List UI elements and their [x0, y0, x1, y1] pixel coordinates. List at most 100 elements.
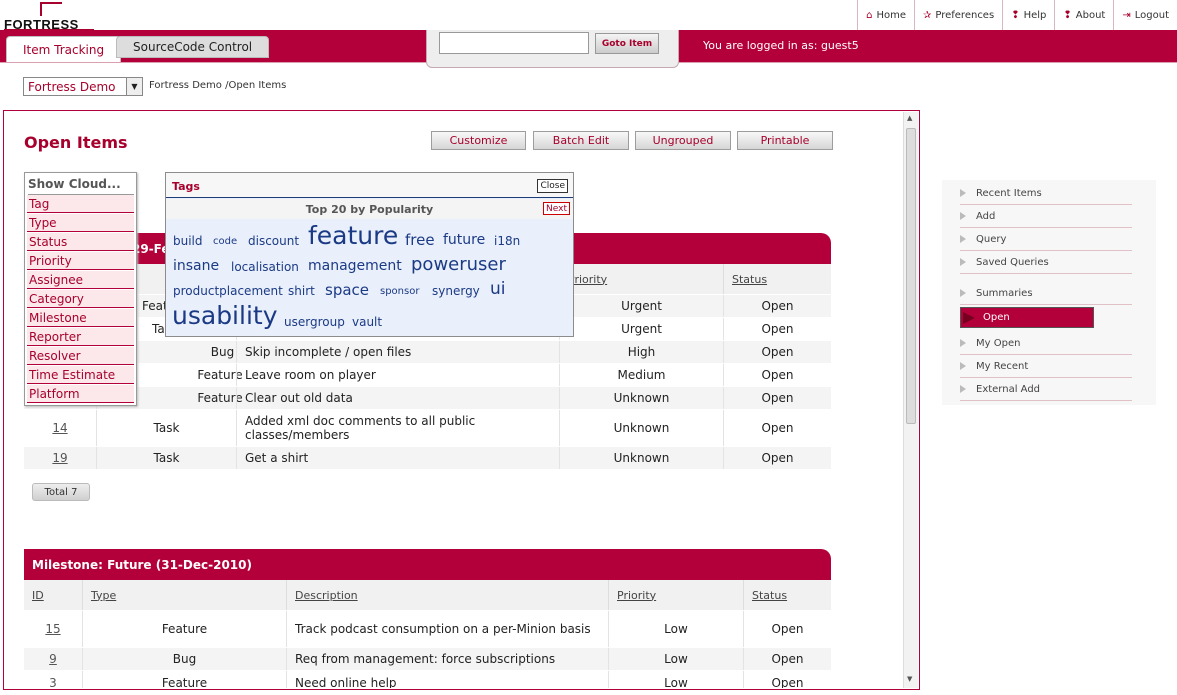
- tag-link[interactable]: discount: [248, 234, 299, 248]
- cloud-option-milestone[interactable]: Milestone: [27, 309, 134, 327]
- column-priority[interactable]: Priority: [608, 580, 743, 610]
- vertical-scrollbar[interactable]: ▲ ▼: [903, 112, 918, 688]
- tags-subtitle: Top 20 by Popularity: [166, 199, 573, 219]
- tag-link[interactable]: usability: [172, 301, 278, 330]
- tag-link[interactable]: shirt: [288, 284, 315, 298]
- ungrouped-button[interactable]: Ungrouped: [635, 131, 731, 150]
- goto-item-button[interactable]: Goto Item: [595, 33, 659, 54]
- item-id-link[interactable]: 15: [24, 611, 82, 647]
- table-row[interactable]: Feature Leave room on player Medium Open: [24, 364, 831, 387]
- star-icon: ✰: [922, 9, 932, 21]
- chevron-down-icon[interactable]: ▼: [126, 78, 142, 95]
- table-row[interactable]: Feature Clear out old data Unknown Open: [24, 387, 831, 410]
- cloud-option-assignee[interactable]: Assignee: [27, 271, 134, 289]
- column-status[interactable]: Status: [743, 580, 831, 610]
- arrow-right-icon: [960, 385, 966, 393]
- tag-link[interactable]: poweruser: [411, 254, 506, 275]
- close-button[interactable]: Close: [537, 179, 568, 193]
- logo-mark-icon: [40, 2, 62, 16]
- next-button[interactable]: Next: [543, 202, 570, 215]
- milestone-title: Milestone: Future (31-Dec-2010): [32, 557, 252, 572]
- table-row[interactable]: 19 Task Get a shirt Unknown Open: [24, 447, 831, 470]
- tag-link[interactable]: code: [213, 236, 237, 247]
- nav-external-add[interactable]: External Add: [960, 378, 1132, 401]
- tag-link[interactable]: i18n: [494, 234, 520, 248]
- tag-link[interactable]: future: [443, 232, 485, 248]
- tags-title: Tags: [172, 180, 200, 193]
- tag-link[interactable]: insane: [173, 258, 219, 274]
- table-row[interactable]: 3 Feature Need online help Low Open: [24, 671, 831, 689]
- cloud-option-platform[interactable]: Platform: [27, 385, 134, 403]
- tag-link[interactable]: sponsor: [380, 286, 419, 297]
- arrow-right-icon: [960, 189, 966, 197]
- table-row[interactable]: 14 Task Added xml doc comments to all pu…: [24, 410, 831, 447]
- project-select[interactable]: Fortress Demo ▼: [23, 77, 143, 96]
- item-id-link[interactable]: 19: [24, 447, 96, 469]
- cloud-option-priority[interactable]: Priority: [27, 252, 134, 270]
- arrow-right-icon: [960, 362, 966, 370]
- column-status[interactable]: Status: [723, 264, 831, 294]
- tag-link[interactable]: productplacement: [173, 284, 283, 298]
- item-id-link[interactable]: 9: [24, 648, 82, 670]
- goto-item-input[interactable]: [439, 32, 589, 54]
- table-row[interactable]: 15 Feature Track podcast consumption on …: [24, 611, 831, 648]
- logout-icon: ⇥: [1122, 9, 1131, 21]
- page-title: Open Items: [24, 133, 128, 152]
- nav-saved-queries[interactable]: Saved Queries: [960, 251, 1132, 274]
- table-row[interactable]: Bug Skip incomplete / open files High Op…: [24, 341, 831, 364]
- scrollbar-thumb[interactable]: [906, 128, 916, 424]
- tab-sourcecode-control[interactable]: SourceCode Control: [116, 36, 270, 58]
- total-count-badge: Total 7: [32, 483, 90, 501]
- breadcrumb-current: /Open Items: [221, 80, 287, 91]
- column-priority[interactable]: Priority: [559, 264, 723, 294]
- column-type[interactable]: Type: [82, 580, 286, 610]
- tag-link[interactable]: build: [173, 234, 203, 248]
- column-description[interactable]: Description: [286, 580, 608, 610]
- table-header: ID Type Description Priority Status: [24, 580, 831, 610]
- breadcrumb-project[interactable]: Fortress Demo: [149, 80, 222, 91]
- tags-cloud-popup: Tags Close Top 20 by Popularity Next bui…: [165, 172, 574, 337]
- milestone-title: 29-Fe: [132, 241, 170, 256]
- logout-link[interactable]: ⇥ Logout: [1113, 0, 1177, 30]
- fortress-logo: FORTRESS: [4, 2, 96, 32]
- table-row[interactable]: 9 Bug Req from management: force subscri…: [24, 648, 831, 671]
- nav-summaries[interactable]: Summaries: [960, 282, 1132, 305]
- cloud-option-type[interactable]: Type: [27, 214, 134, 232]
- tag-link[interactable]: feature: [308, 221, 398, 250]
- home-link[interactable]: ⌂ Home: [857, 0, 914, 30]
- printable-button[interactable]: Printable: [737, 131, 833, 150]
- customize-button[interactable]: Customize: [431, 131, 526, 150]
- item-id-link[interactable]: 14: [24, 410, 96, 446]
- nav-open[interactable]: Open: [960, 307, 1094, 328]
- tab-item-tracking[interactable]: Item Tracking: [6, 36, 122, 62]
- scroll-down-icon[interactable]: ▼: [907, 675, 912, 683]
- arrow-right-icon: [960, 339, 966, 347]
- tag-link[interactable]: vault: [352, 315, 382, 329]
- tag-link[interactable]: usergroup: [284, 315, 345, 329]
- tag-link[interactable]: free: [405, 231, 435, 249]
- tag-link[interactable]: localisation: [231, 260, 299, 274]
- nav-my-recent[interactable]: My Recent: [960, 355, 1132, 378]
- cloud-option-tag[interactable]: Tag: [27, 195, 134, 213]
- cloud-option-reporter[interactable]: Reporter: [27, 328, 134, 346]
- nav-my-open[interactable]: My Open: [960, 332, 1132, 355]
- arrow-right-icon: [960, 258, 966, 266]
- tag-link[interactable]: synergy: [432, 284, 480, 298]
- column-id[interactable]: ID: [24, 580, 82, 610]
- item-id-link[interactable]: 3: [24, 671, 82, 689]
- cloud-option-time-estimate[interactable]: Time Estimate: [27, 366, 134, 384]
- cloud-option-status[interactable]: Status: [27, 233, 134, 251]
- tag-link[interactable]: management: [308, 258, 402, 274]
- nav-recent-items[interactable]: Recent Items: [960, 182, 1132, 205]
- scroll-up-icon[interactable]: ▲: [907, 114, 912, 122]
- cloud-option-category[interactable]: Category: [27, 290, 134, 308]
- preferences-link[interactable]: ✰ Preferences: [913, 0, 1002, 30]
- tag-link[interactable]: ui: [490, 279, 506, 299]
- cloud-option-resolver[interactable]: Resolver: [27, 347, 134, 365]
- tag-link[interactable]: space: [325, 281, 369, 299]
- help-link[interactable]: ❢ Help: [1002, 0, 1054, 30]
- batch-edit-button[interactable]: Batch Edit: [533, 131, 629, 150]
- about-link[interactable]: ❢ About: [1054, 0, 1113, 30]
- nav-add[interactable]: Add: [960, 205, 1132, 228]
- nav-query[interactable]: Query: [960, 228, 1132, 251]
